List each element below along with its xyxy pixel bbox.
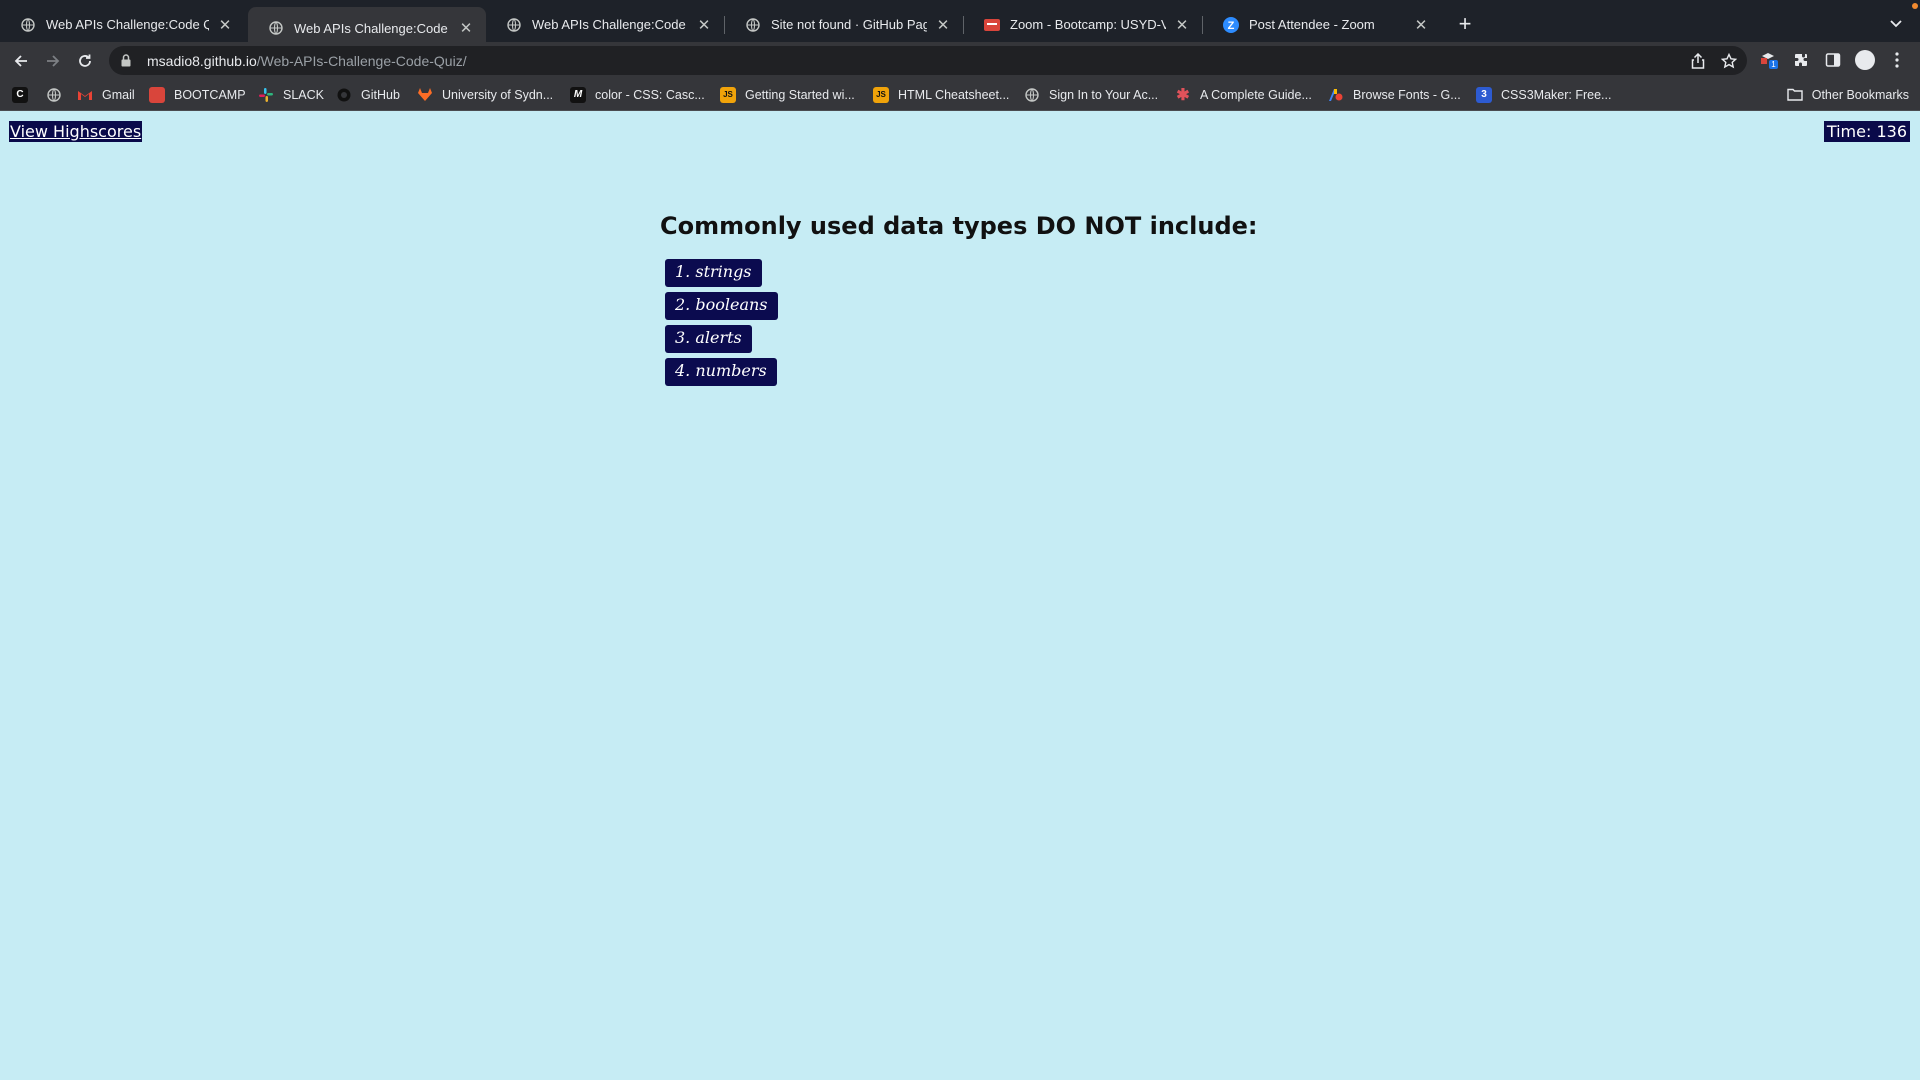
bookmark-label: BOOTCAMP bbox=[174, 87, 246, 102]
css3maker-icon: 3 bbox=[1476, 86, 1492, 103]
js-icon: JS bbox=[873, 86, 889, 103]
answer-list: 1. strings 2. booleans 3. alerts 4. numb… bbox=[665, 259, 778, 391]
tab-title: Post Attendee - Zoom bbox=[1249, 17, 1375, 32]
bookmark-css3maker[interactable]: 3 CSS3Maker: Free... bbox=[1476, 84, 1611, 105]
extensions-puzzle-icon[interactable] bbox=[1789, 48, 1813, 72]
bootcamp-icon bbox=[149, 86, 165, 103]
bookmark-label: University of Sydn... bbox=[442, 87, 554, 102]
profile-avatar[interactable] bbox=[1853, 48, 1877, 72]
url-host: msadio8.github.io bbox=[147, 52, 257, 69]
asterisk-icon: ✱ bbox=[1176, 86, 1190, 104]
bookmark-label: CSS3Maker: Free... bbox=[1501, 87, 1612, 102]
bookmark-label: Getting Started wi... bbox=[745, 87, 855, 102]
bookmark-label: Browse Fonts - G... bbox=[1353, 87, 1461, 102]
reload-button[interactable] bbox=[73, 49, 97, 73]
tab-title: Web APIs Challenge:Code Quiz bbox=[46, 17, 209, 32]
answer-button-1[interactable]: 1. strings bbox=[665, 259, 762, 287]
zoom-icon: Z bbox=[1223, 16, 1239, 33]
bookmark-github[interactable]: GitHub bbox=[336, 84, 400, 105]
question-title: Commonly used data types DO NOT include: bbox=[660, 212, 1258, 240]
bookmarks-bar: C Gmail BOOTCAMP SLACK GitHub University… bbox=[0, 78, 1920, 111]
bookmark-bootcamp[interactable]: BOOTCAMP bbox=[149, 84, 246, 105]
browser-tab[interactable]: Zoom - Bootcamp: USYD-VIRT ✕ bbox=[964, 6, 1202, 43]
app-icon: C bbox=[12, 86, 28, 103]
bookmark-label: HTML Cheatsheet... bbox=[898, 87, 1010, 102]
bookmark-label: A Complete Guide... bbox=[1200, 87, 1312, 102]
globe-icon bbox=[506, 17, 522, 33]
bookmark-app[interactable]: C bbox=[12, 84, 37, 105]
js-icon: JS bbox=[720, 86, 736, 103]
bookmark-globe[interactable] bbox=[46, 84, 71, 105]
quiz-page: View Highscores Time: 136 Commonly used … bbox=[0, 111, 1920, 1080]
globe-icon bbox=[20, 17, 36, 33]
browser-tab[interactable]: Site not found · GitHub Pages ✕ bbox=[725, 6, 963, 43]
browser-menu-icon[interactable] bbox=[1885, 48, 1909, 72]
bookmark-university[interactable]: University of Sydn... bbox=[417, 84, 553, 105]
notification-dot bbox=[1912, 3, 1918, 9]
forward-button[interactable] bbox=[41, 49, 65, 73]
bookmark-label: Sign In to Your Ac... bbox=[1049, 87, 1159, 102]
url-text: msadio8.github.io/Web-APIs-Challenge-Cod… bbox=[147, 53, 467, 69]
bookmark-label: SLACK bbox=[283, 87, 324, 102]
close-tab-icon[interactable]: ✕ bbox=[1174, 17, 1190, 34]
globe-icon bbox=[745, 17, 761, 33]
browser-tab[interactable]: Web APIs Challenge:Code Quiz ✕ bbox=[0, 6, 245, 43]
github-icon bbox=[336, 87, 352, 103]
bookmark-getting-started[interactable]: JS Getting Started wi... bbox=[720, 84, 855, 105]
answer-button-2[interactable]: 2. booleans bbox=[665, 292, 778, 320]
bookmark-label: color - CSS: Casc... bbox=[595, 87, 705, 102]
browser-tab[interactable]: Z Post Attendee - Zoom ✕ bbox=[1203, 6, 1441, 43]
slack-icon bbox=[258, 87, 274, 103]
gmail-icon bbox=[77, 87, 93, 103]
svg-text:Z: Z bbox=[1228, 20, 1235, 32]
share-icon[interactable] bbox=[1691, 46, 1705, 75]
bookmark-html-cheatsheet[interactable]: JS HTML Cheatsheet... bbox=[873, 84, 1009, 105]
globe-icon bbox=[268, 20, 284, 36]
globe-icon bbox=[1024, 87, 1040, 103]
svg-text:1: 1 bbox=[1771, 60, 1776, 69]
zoom-bootcamp-icon bbox=[984, 17, 1000, 33]
close-tab-icon[interactable]: ✕ bbox=[696, 17, 712, 34]
other-bookmarks-label: Other Bookmarks bbox=[1811, 87, 1909, 102]
lock-icon[interactable] bbox=[121, 54, 135, 68]
avatar bbox=[1855, 50, 1875, 70]
bookmark-sign-in[interactable]: Sign In to Your Ac... bbox=[1024, 84, 1158, 105]
tab-title: Site not found · GitHub Pages bbox=[771, 17, 927, 32]
address-bar[interactable]: msadio8.github.io/Web-APIs-Challenge-Cod… bbox=[109, 46, 1747, 75]
side-panel-icon[interactable] bbox=[1821, 48, 1845, 72]
close-tab-icon[interactable]: ✕ bbox=[935, 17, 951, 34]
url-path: /Web-APIs-Challenge-Code-Quiz/ bbox=[256, 52, 467, 69]
close-tab-icon[interactable]: ✕ bbox=[458, 20, 474, 37]
bookmark-browse-fonts[interactable]: Browse Fonts - G... bbox=[1328, 84, 1461, 105]
folder-icon bbox=[1787, 88, 1803, 101]
bookmark-gmail[interactable]: Gmail bbox=[77, 84, 135, 105]
back-button[interactable] bbox=[9, 49, 33, 73]
tab-title: Web APIs Challenge:Code Quiz bbox=[294, 20, 450, 36]
timer-display: Time: 136 bbox=[1823, 121, 1910, 142]
google-fonts-icon bbox=[1328, 87, 1344, 103]
tab-search-icon[interactable] bbox=[1886, 14, 1906, 34]
other-bookmarks-folder[interactable]: Other Bookmarks bbox=[1787, 84, 1909, 105]
gitlab-icon bbox=[417, 87, 433, 103]
extension-badge-icon[interactable]: 1 bbox=[1757, 48, 1781, 72]
answer-button-4[interactable]: 4. numbers bbox=[665, 358, 777, 386]
bookmark-star-icon[interactable] bbox=[1721, 46, 1737, 75]
tab-title: Web APIs Challenge:Code Quiz bbox=[532, 17, 688, 32]
close-tab-icon[interactable]: ✕ bbox=[1413, 17, 1429, 34]
mdn-icon: M bbox=[570, 86, 586, 103]
answer-button-3[interactable]: 3. alerts bbox=[665, 325, 752, 353]
globe-icon bbox=[46, 87, 62, 103]
new-tab-button[interactable]: + bbox=[1451, 10, 1479, 38]
tab-title: Zoom - Bootcamp: USYD-VIRT bbox=[1010, 17, 1166, 32]
browser-toolbar: msadio8.github.io/Web-APIs-Challenge-Cod… bbox=[0, 42, 1920, 78]
bookmark-mdn[interactable]: M color - CSS: Casc... bbox=[570, 84, 705, 105]
bookmark-slack[interactable]: SLACK bbox=[258, 84, 324, 105]
close-tab-icon[interactable]: ✕ bbox=[217, 17, 233, 34]
bookmark-label: Gmail bbox=[102, 87, 135, 102]
bookmark-label: GitHub bbox=[361, 87, 400, 102]
view-highscores-link[interactable]: View Highscores bbox=[9, 121, 143, 142]
browser-tab[interactable]: Web APIs Challenge:Code Quiz ✕ bbox=[486, 6, 724, 43]
bookmark-complete-guide[interactable]: ✱ A Complete Guide... bbox=[1175, 84, 1312, 105]
